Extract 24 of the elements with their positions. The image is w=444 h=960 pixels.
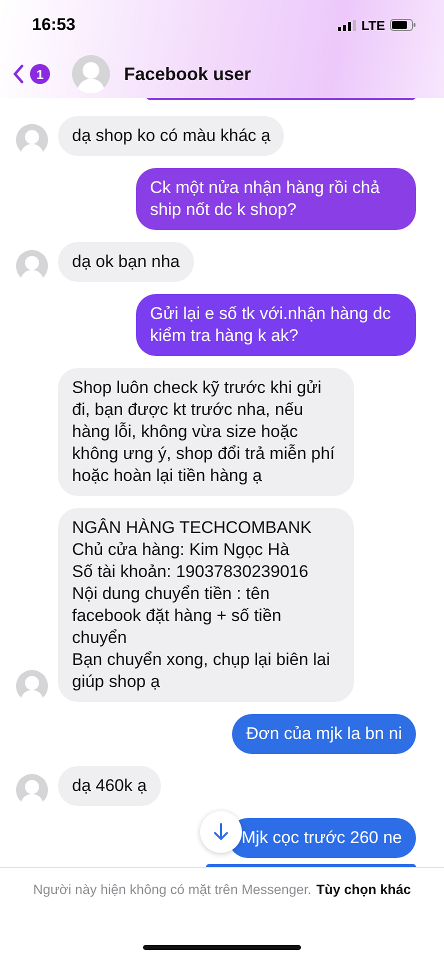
message-bubble: Ck một nửa nhận hàng rồi chả ship nốt dc k shop? — [136, 168, 416, 230]
message-bubble: dạ shop ko có màu khác ạ — [58, 116, 284, 156]
unavailable-notice: Người này hiện không có mặt trên Messenger. Tùy chọn khác — [32, 881, 412, 899]
avatar-icon[interactable] — [16, 124, 48, 156]
scroll-down-button[interactable] — [200, 811, 242, 853]
arrow-down-icon — [213, 823, 229, 841]
back-icon[interactable] — [12, 64, 24, 84]
message-bubble: dạ 460k ạ — [58, 766, 161, 806]
unread-badge: 1 — [30, 64, 50, 84]
more-options-link[interactable]: Tùy chọn khác — [316, 882, 411, 897]
network-label: LTE — [361, 18, 385, 32]
message-bubble: dạ ok bạn nha — [58, 242, 194, 282]
message-bubble: NGÂN HÀNG TECHCOMBANK Chủ cửa hàng: Kim Ngọc Hà Số tài khoản: 19037830239016 Nội dung chuyển tiền : tên facebook đặt hàng + số tiền chuyển Bạn chuyển xong, chụp lại biên lai giúp shop ạ — [58, 508, 354, 702]
message-bubble: Đơn của mjk la bn ni — [232, 714, 416, 754]
message-bubble: Shop luôn check kỹ trước khi gửi đi, bạn được kt trước nha, nếu hàng lỗi, không vừa size hoặc không ưng ý, shop đổi trả miễn phí hoặc hoàn lại tiền hàng ạ — [58, 368, 354, 496]
status-time: 16:53 — [32, 15, 76, 35]
signal-icon — [338, 20, 356, 30]
avatar-icon[interactable] — [16, 250, 48, 282]
message-bubble: Gửi lại e số tk với.nhận hàng dc kiểm tra hàng k ak? — [136, 294, 416, 356]
battery-icon — [390, 19, 416, 31]
avatar-icon[interactable] — [16, 774, 48, 806]
avatar-icon[interactable] — [72, 55, 110, 93]
contact-name: Facebook user — [124, 64, 252, 84]
avatar-icon[interactable] — [16, 670, 48, 702]
